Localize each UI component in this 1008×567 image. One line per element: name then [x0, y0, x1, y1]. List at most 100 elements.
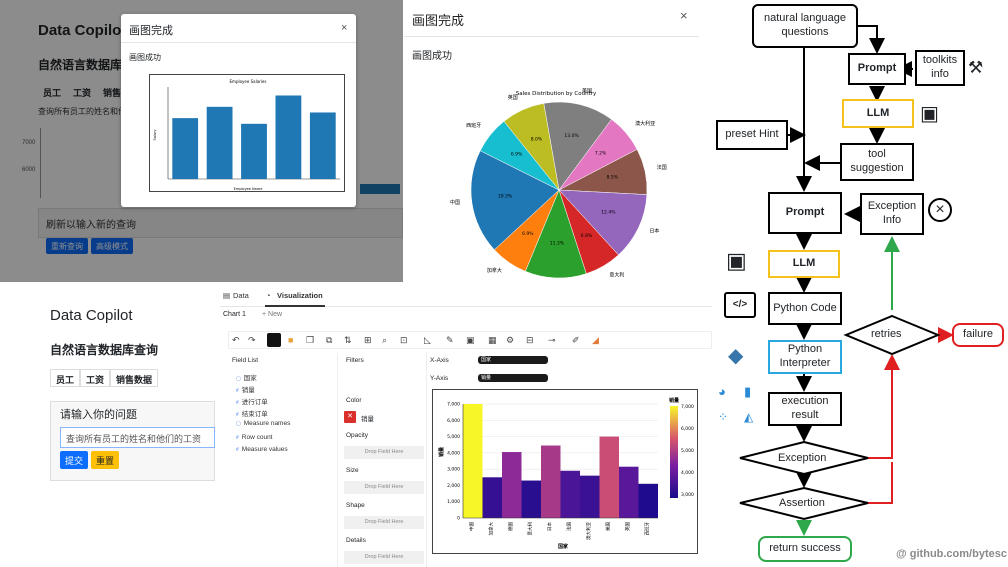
x-tick-label: 西班牙 — [643, 522, 650, 536]
field-item[interactable]: ▢ Measure names — [236, 420, 290, 427]
preset-hint-node: preset Hint — [716, 120, 788, 150]
x-tick-label: 中国 — [468, 522, 475, 531]
size-header: Size — [346, 467, 359, 474]
pie-label: 意大利 — [609, 271, 624, 278]
robot-icon: ▣ — [726, 248, 747, 273]
details-drop-zone[interactable]: Drop Field Here — [344, 551, 424, 564]
brush-icon[interactable]: ✎ — [446, 335, 454, 346]
chart-icon: ◔ — [266, 291, 271, 300]
pie-label: 加拿大 — [487, 267, 502, 274]
cube-icon[interactable] — [267, 333, 281, 347]
x-axis-pill[interactable]: 国家 — [478, 356, 548, 364]
image-icon[interactable]: ▣ — [466, 335, 475, 346]
x-tick-label: 澳大利亚 — [585, 522, 592, 540]
prompt-node-2: Prompt — [768, 192, 842, 234]
undo-icon[interactable]: ↶ — [232, 335, 240, 346]
sales-bar — [560, 470, 580, 518]
field-item[interactable]: # 销量 — [236, 384, 255, 394]
chart-tab-1[interactable]: Chart 1 — [223, 311, 246, 318]
tab-employees[interactable]: 员工 — [50, 369, 81, 387]
x-tick-label: 美国 — [604, 522, 611, 531]
return-success-node: return success — [758, 536, 852, 562]
salary-bar — [172, 118, 199, 179]
github-watermark: @ github.com/bytesc — [896, 548, 1007, 560]
field-label: Measure names — [243, 420, 291, 427]
table-icon[interactable]: ▦ — [488, 335, 497, 346]
sales-bar — [541, 445, 561, 518]
plot-complete-modal: 画图完成 × 画图成功 Employee Salaries Employee N… — [121, 14, 356, 207]
pie-percent: 12.4% — [601, 209, 616, 215]
opacity-header: Opacity — [346, 432, 369, 439]
failure-node: failure — [952, 323, 1004, 347]
legend-tick-label: 4,000 — [681, 470, 694, 476]
x-axis-label: X-Axis — [430, 357, 449, 364]
sales-bar — [502, 452, 522, 518]
code-icon[interactable]: ⊟ — [526, 335, 534, 346]
pie-label: 法国 — [657, 164, 667, 171]
shape-drop-zone[interactable]: Drop Field Here — [344, 516, 424, 529]
scale-icon[interactable]: ⊡ — [400, 335, 408, 346]
legend-tick-label: 7,000 — [681, 404, 694, 410]
field-item[interactable]: # Row count — [236, 434, 273, 441]
size-drop-zone[interactable]: Drop Field Here — [344, 481, 424, 494]
field-item[interactable]: # 进行订单 — [236, 396, 268, 406]
close-icon[interactable]: × — [680, 8, 688, 23]
sales-bar — [638, 483, 658, 518]
chart-type-icon[interactable]: ◺ — [424, 335, 431, 346]
grid-icon[interactable]: ⊞ — [364, 335, 372, 346]
tab-visualization[interactable]: Visualization — [277, 291, 323, 300]
tool-suggestion-node: tool suggestion — [840, 143, 914, 181]
field-item[interactable]: ▢ 国家 — [236, 372, 257, 382]
pen-icon[interactable]: ✐ — [572, 335, 580, 346]
chart-title: Employee Salaries — [230, 79, 267, 84]
app-subtitle: 自然语言数据库查询 — [50, 343, 159, 357]
field-list-header: Field List — [232, 357, 259, 364]
new-chart-button[interactable]: + New — [262, 311, 282, 318]
python-code-node: Python Code — [768, 292, 842, 325]
assertion-label: Assertion — [779, 497, 825, 509]
tab-data[interactable]: Data — [233, 291, 249, 300]
pie-percent: 7.2% — [595, 151, 607, 157]
area-chart-icon: ◭ — [744, 410, 754, 424]
modal-title: 画图完成 — [129, 25, 173, 37]
y-axis-pill[interactable]: 销量 — [478, 374, 548, 382]
settings-icon[interactable]: ⚙ — [506, 335, 514, 346]
color-icon[interactable]: ■ — [288, 335, 293, 345]
y-tick-label: 7,000 — [447, 402, 460, 408]
sales-bar — [599, 436, 619, 518]
x-tick-label: 英国 — [624, 522, 631, 531]
y-tick-label: 6,000 — [447, 418, 460, 424]
llm-node-2: LLM — [768, 250, 840, 278]
sort-icon[interactable]: ⇅ — [344, 335, 352, 346]
copy-icon[interactable]: ⧉ — [326, 335, 332, 346]
opacity-drop-zone[interactable]: Drop Field Here — [344, 446, 424, 459]
modal-body-text: 画图成功 — [129, 53, 161, 62]
question-input[interactable]: 查询所有员工的姓名和他们的工资 — [60, 427, 215, 448]
color-field-pill[interactable]: 销量 — [361, 413, 374, 423]
tab-sales-data[interactable]: 销售数据 — [110, 369, 159, 387]
sales-bar — [619, 466, 639, 518]
redo-icon[interactable]: ↷ — [248, 335, 256, 346]
field-label: Measure values — [241, 446, 288, 453]
x-tick-label: 意大利 — [526, 522, 533, 536]
pie-label: 西班牙 — [466, 122, 481, 129]
execution-result-node: execution result — [768, 392, 842, 426]
y-tick-label: 1,000 — [447, 499, 460, 505]
shape-header: Shape — [346, 502, 365, 509]
link-icon[interactable]: ⊸ — [548, 335, 556, 346]
layers-icon[interactable]: ❒ — [306, 335, 314, 346]
close-icon[interactable]: × — [341, 22, 347, 34]
field-item[interactable]: # Measure values — [236, 446, 288, 453]
zoom-icon[interactable]: ⌕ — [382, 335, 387, 346]
y-tick-label: 5,000 — [447, 434, 460, 440]
legend-title: 销量 — [669, 397, 679, 404]
field-item[interactable]: # 结束订单 — [236, 408, 268, 418]
eraser-icon[interactable]: ◢ — [592, 335, 599, 346]
reset-button[interactable]: 重置 — [91, 451, 120, 469]
field-label: 销量 — [241, 387, 255, 394]
divider — [337, 353, 338, 567]
trash-icon[interactable]: ✕ — [344, 411, 356, 423]
tab-salary[interactable]: 工资 — [80, 369, 111, 387]
submit-button[interactable]: 提交 — [60, 451, 89, 469]
llm-node-1: LLM — [842, 99, 914, 128]
